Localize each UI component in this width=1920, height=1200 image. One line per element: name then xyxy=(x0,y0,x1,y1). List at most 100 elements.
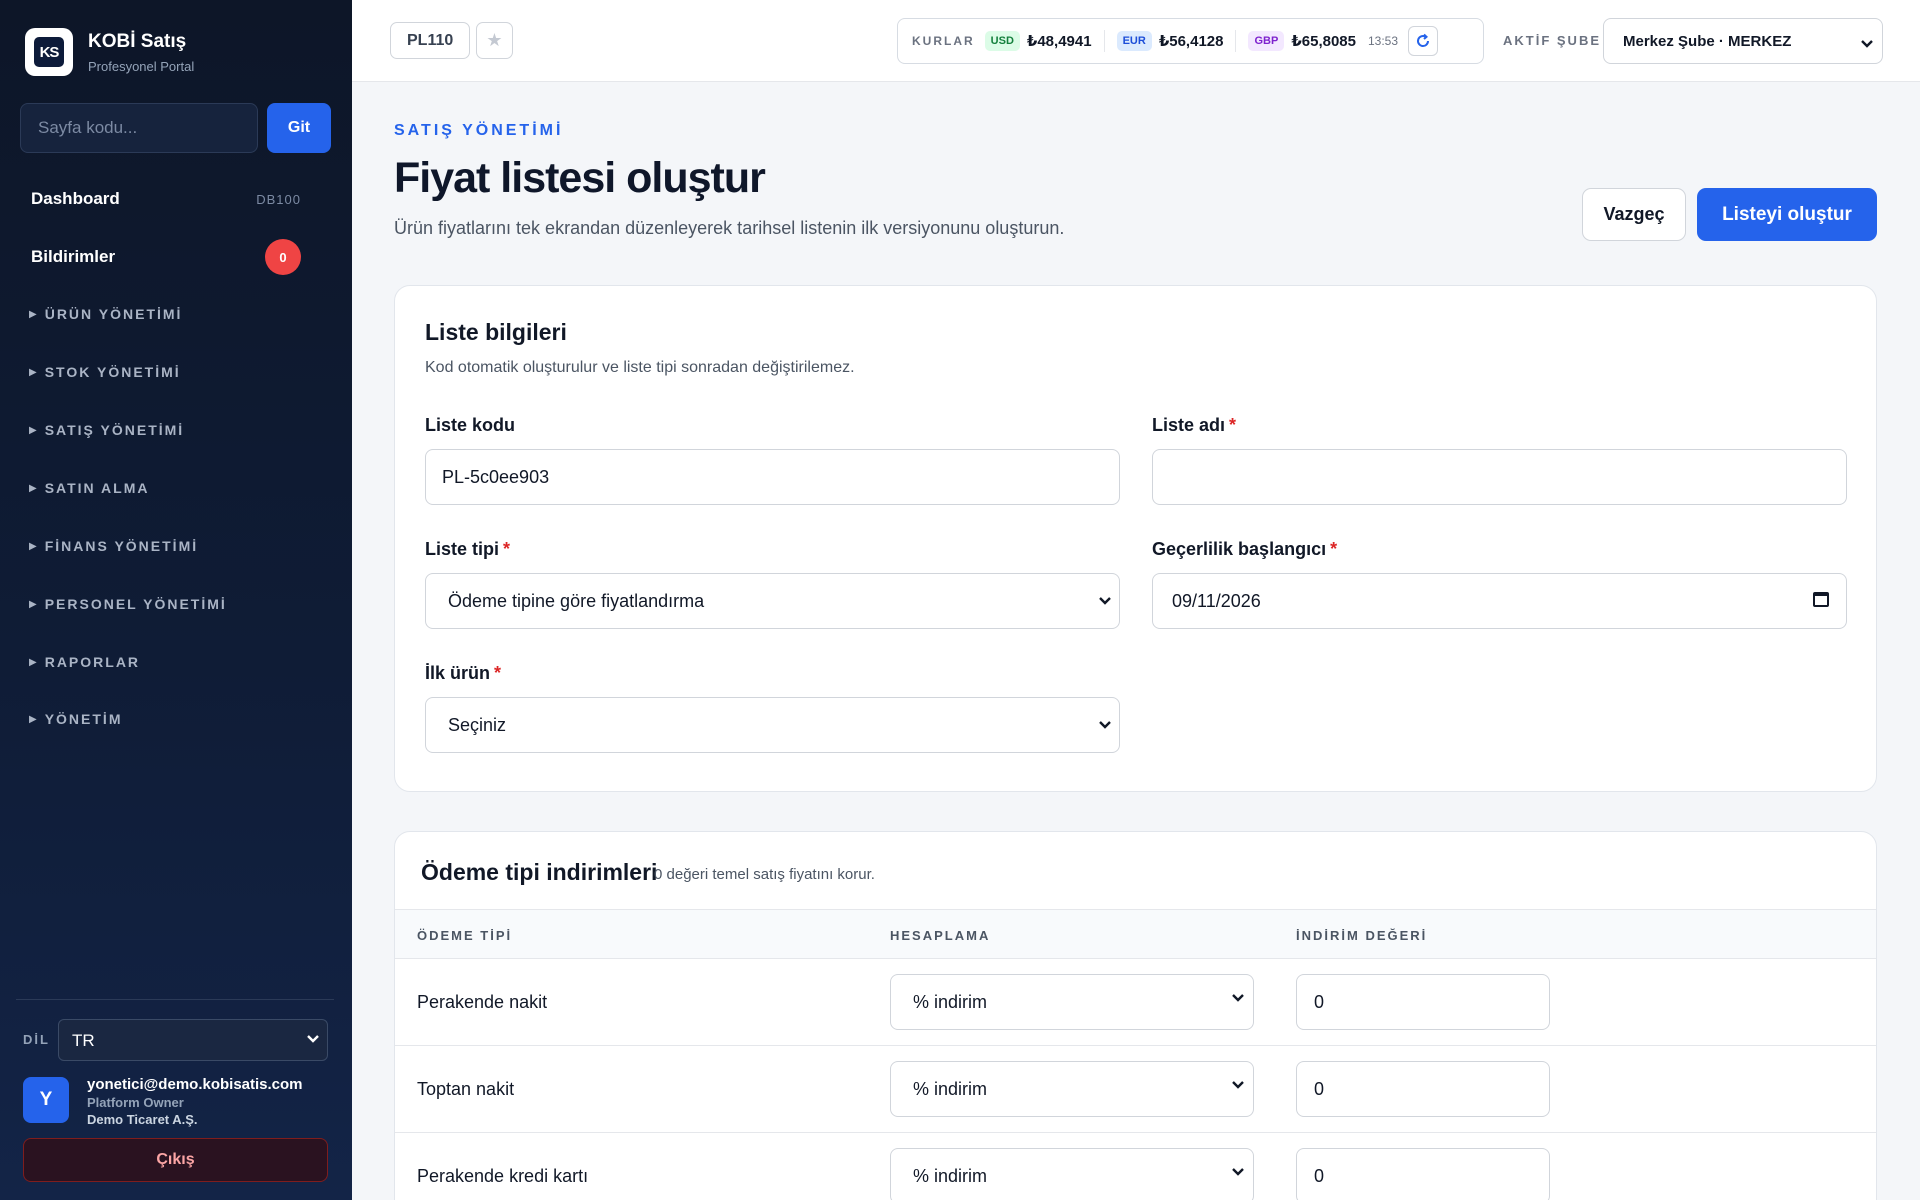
logo: KS xyxy=(25,28,73,76)
label-text: Geçerlilik başlangıcı xyxy=(1152,539,1327,559)
caret-right-icon: ▶ xyxy=(29,656,39,668)
section-label: SATIN ALMA xyxy=(44,480,150,496)
brand-title: KOBİ Satış xyxy=(88,30,187,52)
list-name-input[interactable] xyxy=(1152,449,1847,505)
section-label: FİNANS YÖNETİMİ xyxy=(44,538,199,554)
favorite-button[interactable]: ★ xyxy=(476,22,513,59)
discounts-hint: 0 değeri temel satış fiyatını korur. xyxy=(654,866,875,883)
first-product-select[interactable]: Seçiniz xyxy=(425,697,1120,753)
rates-separator xyxy=(1235,30,1237,52)
section-label: PERSONEL YÖNETİMİ xyxy=(44,596,227,612)
sidebar-item-notifications[interactable]: Bildirimler 0 xyxy=(31,239,301,275)
calculation-select[interactable]: % indirim xyxy=(890,974,1254,1030)
label-text: Liste tipi xyxy=(425,539,500,559)
table-row: Perakende kredi kartı % indirim xyxy=(395,1133,1876,1200)
sidebar-section-admin[interactable]: ▶ YÖNETİM xyxy=(29,711,122,727)
discount-value-input[interactable] xyxy=(1296,974,1550,1030)
caret-right-icon: ▶ xyxy=(29,540,39,552)
create-list-button[interactable]: Listeyi oluştur xyxy=(1697,188,1877,241)
gbp-value: ₺65,8085 xyxy=(1291,33,1356,50)
col-payment-type: ÖDEME TİPİ xyxy=(417,928,513,943)
rates-time: 13:53 xyxy=(1368,34,1399,48)
usd-tag: USD xyxy=(984,31,1020,51)
table-row: Perakende nakit % indirim xyxy=(395,959,1876,1046)
page-eyebrow: SATIŞ YÖNETİMİ xyxy=(394,122,564,139)
discount-value-input[interactable] xyxy=(1296,1148,1550,1200)
list-info-subtitle: Kod otomatik oluşturulur ve liste tipi s… xyxy=(425,359,855,376)
brand[interactable]: KS KOBİ Satış Profesyonel Portal xyxy=(25,28,194,76)
list-type-select[interactable]: Ödeme tipine göre fiyatlandırma xyxy=(425,573,1120,629)
list-code-label: Liste kodu xyxy=(425,415,515,436)
start-date-label: Geçerlilik başlangıcı * xyxy=(1152,539,1337,560)
logo-mark: KS xyxy=(34,37,64,67)
usd-value: ₺48,4941 xyxy=(1026,33,1092,50)
section-label: SATIŞ YÖNETİMİ xyxy=(44,422,185,438)
user-email: yonetici@demo.kobisatis.com xyxy=(87,1076,303,1093)
notifications-count-badge: 0 xyxy=(265,239,301,275)
sidebar-divider xyxy=(16,999,334,1000)
eur-value: ₺56,4128 xyxy=(1158,33,1224,50)
page-title: Fiyat listesi oluştur xyxy=(394,154,766,202)
list-info-title: Liste bilgileri xyxy=(425,319,567,345)
star-icon: ★ xyxy=(486,30,503,50)
user-role: Platform Owner xyxy=(87,1095,184,1110)
notifications-label: Bildirimler xyxy=(31,247,116,266)
go-button[interactable]: Git xyxy=(267,103,331,153)
cancel-button[interactable]: Vazgeç xyxy=(1582,188,1686,241)
branch-select[interactable]: Merkez Şube · MERKEZ xyxy=(1603,18,1883,64)
calculation-select[interactable]: % indirim xyxy=(890,1061,1254,1117)
list-name-label: Liste adı * xyxy=(1152,415,1236,436)
sidebar-item-dashboard[interactable]: Dashboard DB100 xyxy=(31,189,301,209)
payment-type-name: Perakende nakit xyxy=(417,992,548,1012)
exchange-rates: KURLAR USD ₺48,4941 EUR ₺56,4128 GBP ₺65… xyxy=(897,18,1484,64)
start-date-input[interactable] xyxy=(1152,573,1847,629)
caret-right-icon: ▶ xyxy=(29,308,39,320)
caret-right-icon: ▶ xyxy=(29,598,39,610)
list-code-input[interactable] xyxy=(425,449,1120,505)
discount-value-input[interactable] xyxy=(1296,1061,1550,1117)
refresh-icon xyxy=(1417,33,1430,47)
col-discount-value: İNDİRİM DEĞERİ xyxy=(1296,928,1428,943)
user-company: Demo Ticaret A.Ş. xyxy=(87,1112,198,1127)
calculation-select[interactable]: % indirim xyxy=(890,1148,1254,1200)
user-info: yonetici@demo.kobisatis.com Platform Own… xyxy=(87,1076,303,1127)
payment-type-name: Toptan nakit xyxy=(417,1079,515,1099)
page-code-input[interactable] xyxy=(20,103,258,153)
required-mark: * xyxy=(503,539,511,559)
sidebar-section-finance[interactable]: ▶ FİNANS YÖNETİMİ xyxy=(29,538,198,554)
language-label: DİL xyxy=(23,1032,50,1047)
caret-right-icon: ▶ xyxy=(29,424,39,436)
sidebar-section-stock[interactable]: ▶ STOK YÖNETİMİ xyxy=(29,364,181,380)
table-row: Toptan nakit % indirim xyxy=(395,1046,1876,1133)
sidebar-section-reports[interactable]: ▶ RAPORLAR xyxy=(29,654,140,670)
avatar: Y xyxy=(23,1077,69,1123)
page-code-chip: PL110 xyxy=(390,22,471,59)
section-label: STOK YÖNETİMİ xyxy=(44,364,181,380)
sidebar-section-product[interactable]: ▶ ÜRÜN YÖNETİMİ xyxy=(29,306,182,322)
required-mark: * xyxy=(1330,539,1338,559)
table-header: ÖDEME TİPİ HESAPLAMA İNDİRİM DEĞERİ xyxy=(395,909,1876,959)
list-type-label: Liste tipi * xyxy=(425,539,510,560)
language-select[interactable]: TR xyxy=(58,1019,328,1061)
section-label: ÜRÜN YÖNETİMİ xyxy=(44,306,183,322)
logout-button[interactable]: Çıkış xyxy=(23,1138,328,1182)
list-info-card: Liste bilgileri Kod otomatik oluşturulur… xyxy=(394,285,1877,792)
sidebar-section-sales[interactable]: ▶ SATIŞ YÖNETİMİ xyxy=(29,422,184,438)
sidebar-section-purchasing[interactable]: ▶ SATIN ALMA xyxy=(29,480,149,496)
brand-subtitle: Profesyonel Portal xyxy=(88,58,195,74)
caret-right-icon: ▶ xyxy=(29,366,39,378)
col-calculation: HESAPLAMA xyxy=(890,928,991,943)
rates-label: KURLAR xyxy=(912,34,975,48)
page-description: Ürün fiyatlarını tek ekrandan düzenleyer… xyxy=(394,218,1065,238)
dashboard-label: Dashboard xyxy=(31,189,120,208)
refresh-rates-button[interactable] xyxy=(1408,26,1439,56)
required-mark: * xyxy=(1229,415,1237,435)
first-product-label: İlk ürün * xyxy=(425,663,501,684)
eur-tag: EUR xyxy=(1116,31,1152,51)
section-label: RAPORLAR xyxy=(44,654,141,670)
sidebar-section-personnel[interactable]: ▶ PERSONEL YÖNETİMİ xyxy=(29,596,227,612)
payment-discounts-card: Ödeme tipi indirimleri 0 değeri temel sa… xyxy=(394,831,1877,1200)
discounts-title: Ödeme tipi indirimleri xyxy=(421,859,658,885)
caret-right-icon: ▶ xyxy=(29,482,39,494)
section-label: YÖNETİM xyxy=(44,711,123,727)
